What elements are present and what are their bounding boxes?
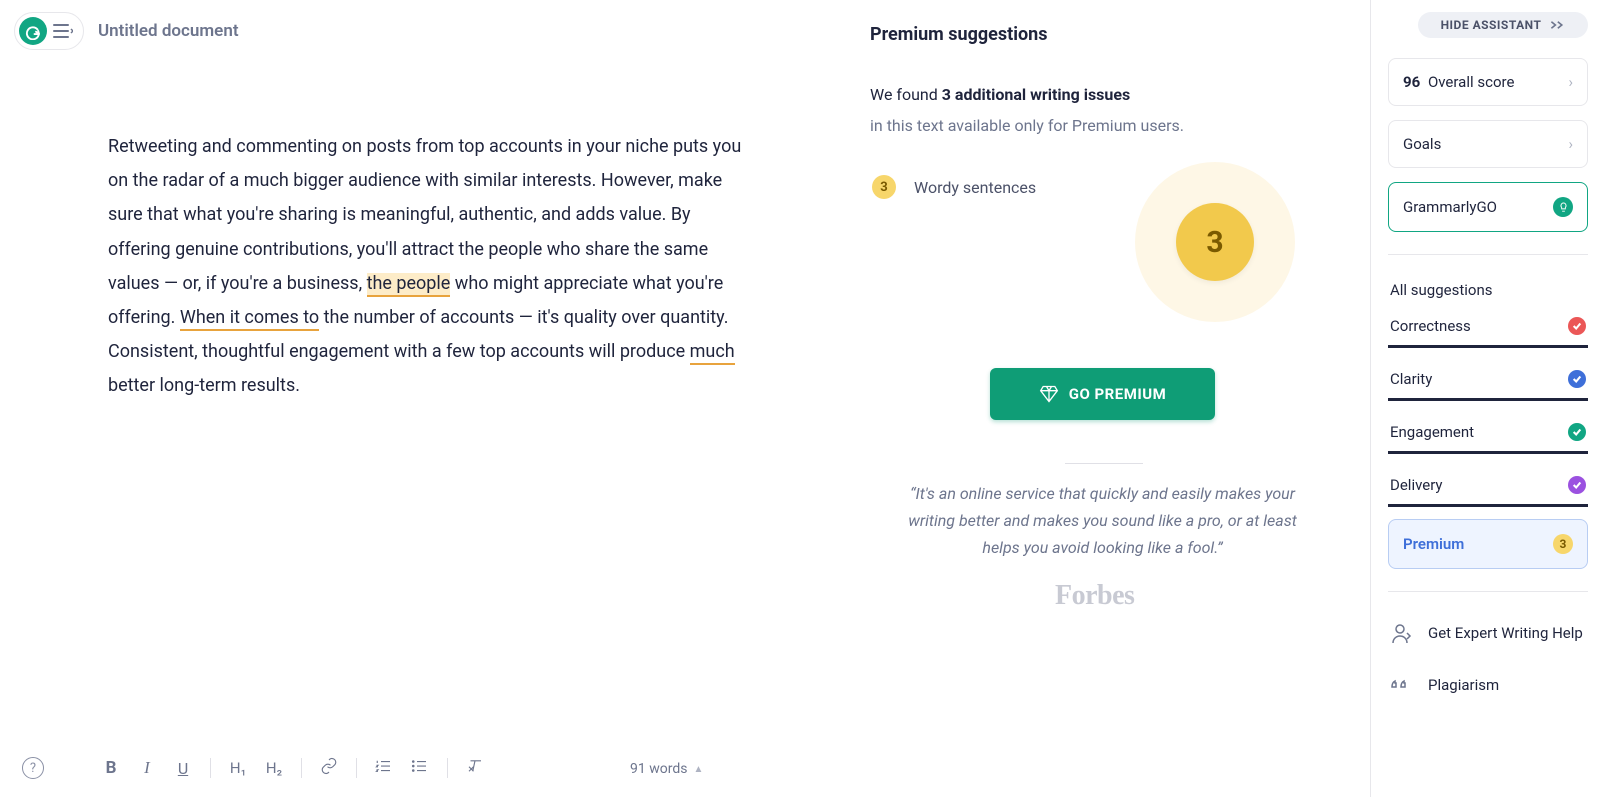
document-title[interactable]: Untitled document <box>98 21 239 41</box>
issue-count-circle: 3 <box>1135 162 1295 322</box>
goals-label: Goals <box>1403 135 1441 153</box>
divider <box>447 758 448 778</box>
editor-text: Retweeting and commenting on posts from … <box>108 136 741 294</box>
italic-button[interactable]: I <box>136 758 158 778</box>
divider <box>1370 0 1371 797</box>
delivery-label: Delivery <box>1390 476 1443 494</box>
ordered-list-button[interactable] <box>373 757 395 779</box>
testimonial-quote: “It's an online service that quickly and… <box>900 480 1305 562</box>
word-count[interactable]: 91 words ▲ <box>630 761 703 777</box>
bold-button[interactable]: B <box>100 758 122 778</box>
plagiarism-label: Plagiarism <box>1428 676 1499 696</box>
h1-button[interactable]: H₁ <box>227 759 249 777</box>
check-icon <box>1568 423 1586 441</box>
chevron-right-icon: › <box>1568 73 1573 91</box>
topbar: Untitled document <box>14 12 239 50</box>
score-value: 96 <box>1403 73 1420 91</box>
expert-help-item[interactable]: Get Expert Writing Help <box>1388 608 1588 660</box>
clarity-label: Clarity <box>1390 370 1432 388</box>
chevrons-right-icon <box>1549 19 1565 31</box>
score-text: 96 Overall score <box>1403 73 1514 91</box>
divider <box>356 758 357 778</box>
found-prefix: We found <box>870 85 942 104</box>
divider <box>1388 254 1588 255</box>
score-label: Overall score <box>1424 73 1514 91</box>
grammarlygo-label: GrammarlyGO <box>1403 198 1497 216</box>
unordered-list-button[interactable] <box>409 757 431 779</box>
found-bold: 3 additional writing issues <box>942 85 1130 104</box>
underline-button[interactable]: U <box>172 759 194 778</box>
document-editor[interactable]: Retweeting and commenting on posts from … <box>108 130 753 404</box>
check-icon <box>1568 317 1586 335</box>
issue-count: 3 <box>1176 203 1254 281</box>
suggestions-found: We found 3 additional writing issues <box>870 81 1330 108</box>
person-icon <box>1390 622 1414 646</box>
plagiarism-item[interactable]: Plagiarism <box>1388 660 1588 712</box>
lightbulb-icon <box>1553 197 1573 217</box>
help-icon[interactable]: ? <box>22 757 44 779</box>
all-suggestions-label: All suggestions <box>1390 281 1493 299</box>
expert-help-label: Get Expert Writing Help <box>1428 624 1583 644</box>
wordy-label: Wordy sentences <box>914 178 1036 197</box>
menu-icon <box>53 23 73 39</box>
assistant-sidebar: HIDE ASSISTANT 96 Overall score › Goals … <box>1388 12 1588 712</box>
suggestions-title: Premium suggestions <box>870 24 1330 45</box>
hide-assistant-label: HIDE ASSISTANT <box>1441 18 1542 32</box>
divider <box>1388 591 1588 592</box>
diamond-icon <box>1039 384 1059 404</box>
quotes-icon <box>1390 674 1414 698</box>
divider <box>301 758 302 778</box>
underline-when-it-comes-to[interactable]: When it comes to <box>180 307 319 331</box>
clear-format-button[interactable] <box>464 757 486 779</box>
engagement-label: Engagement <box>1390 423 1474 441</box>
go-premium-label: GO PREMIUM <box>1069 385 1167 403</box>
check-icon <box>1568 370 1586 388</box>
chevron-right-icon: › <box>1568 135 1573 153</box>
correctness-item[interactable]: Correctness <box>1388 307 1588 348</box>
go-premium-button[interactable]: GO PREMIUM <box>990 368 1215 420</box>
forbes-logo: Forbes <box>1055 580 1134 612</box>
highlight-the-people[interactable]: the people <box>367 273 451 297</box>
word-count-label: 91 words <box>630 761 687 777</box>
correctness-label: Correctness <box>1390 317 1471 335</box>
delivery-item[interactable]: Delivery <box>1388 466 1588 507</box>
wordy-count-badge: 3 <box>872 175 896 199</box>
engagement-item[interactable]: Engagement <box>1388 413 1588 454</box>
suggestions-note: in this text available only for Premium … <box>870 116 1330 135</box>
link-button[interactable] <box>318 757 340 779</box>
chevron-up-icon: ▲ <box>693 764 703 775</box>
premium-count-badge: 3 <box>1553 534 1573 554</box>
format-toolbar: B I U H₁ H₂ <box>100 757 486 779</box>
overall-score-card[interactable]: 96 Overall score › <box>1388 58 1588 106</box>
goals-card[interactable]: Goals › <box>1388 120 1588 168</box>
divider <box>1065 463 1143 464</box>
editor-text: better long-term results. <box>108 375 300 396</box>
all-suggestions-item[interactable]: All suggestions <box>1388 271 1588 307</box>
grammarlygo-card[interactable]: GrammarlyGO <box>1388 182 1588 232</box>
divider <box>210 758 211 778</box>
clarity-item[interactable]: Clarity <box>1388 360 1588 401</box>
grammarly-logo-icon <box>19 17 47 45</box>
check-icon <box>1568 476 1586 494</box>
logo-menu[interactable] <box>14 12 84 50</box>
hide-assistant-button[interactable]: HIDE ASSISTANT <box>1418 12 1588 38</box>
premium-item[interactable]: Premium 3 <box>1388 519 1588 569</box>
premium-suggestions-panel: Premium suggestions We found 3 additiona… <box>870 24 1330 199</box>
premium-label: Premium <box>1403 535 1464 553</box>
underline-much[interactable]: much <box>690 341 735 365</box>
h2-button[interactable]: H₂ <box>263 759 285 777</box>
